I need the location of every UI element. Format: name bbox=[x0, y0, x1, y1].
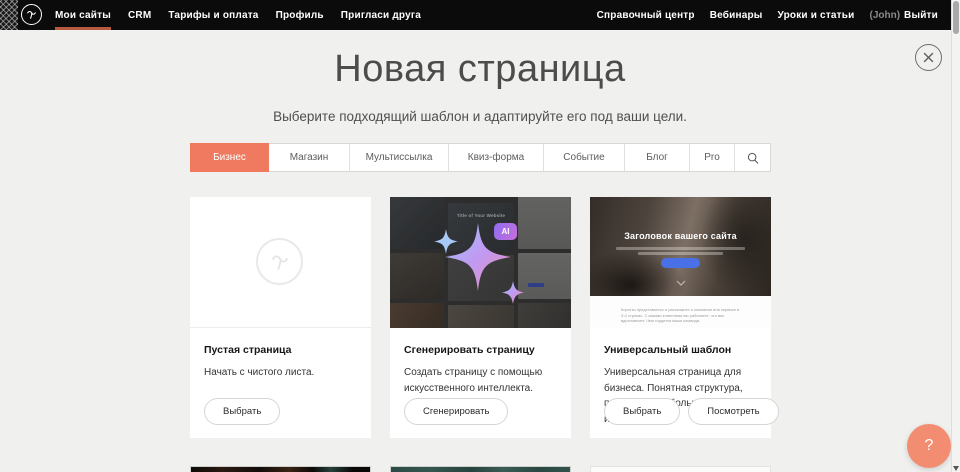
secondary-nav: Справочный центр Вебинары Уроки и статьи… bbox=[597, 0, 938, 30]
tab-event[interactable]: Событие bbox=[544, 144, 625, 171]
page-scrollbar[interactable] bbox=[951, 0, 960, 472]
card-title: Универсальный шаблон bbox=[604, 344, 757, 356]
card-description: Начать с чистого листа. bbox=[204, 365, 356, 381]
template-card-ai-generate[interactable]: Title of Your Website AI bbox=[390, 197, 571, 438]
preview-cta-button bbox=[661, 258, 700, 268]
topbar: Мои сайты CRM Тарифы и оплата Профиль Пр… bbox=[0, 0, 960, 30]
logout-link[interactable]: Выйти bbox=[904, 0, 938, 30]
view-template-button[interactable]: Посмотреть bbox=[688, 398, 778, 425]
preview-hero-title: Заголовок вашего сайта bbox=[590, 231, 771, 241]
blank-page-preview bbox=[190, 197, 371, 328]
nav-help-center[interactable]: Справочный центр bbox=[597, 0, 695, 30]
page-subtitle: Выберите подходящий шаблон и адаптируйте… bbox=[0, 109, 960, 124]
ai-sparkle-icon bbox=[424, 215, 544, 315]
user-session: (John) Выйти bbox=[869, 0, 938, 30]
user-name: (John) bbox=[869, 10, 900, 21]
preview-hero-section: Заголовок вашего сайта bbox=[590, 197, 771, 296]
card-title: Сгенерировать страницу bbox=[404, 344, 557, 356]
nav-tariffs[interactable]: Тарифы и оплата bbox=[168, 0, 258, 30]
photo-shade bbox=[590, 250, 686, 296]
nav-my-sites[interactable]: Мои сайты bbox=[55, 0, 111, 30]
card-title: Пустая страница bbox=[204, 344, 357, 356]
tab-business[interactable]: Бизнес bbox=[190, 143, 269, 172]
universal-template-preview: Заголовок вашего сайта Коротко представь… bbox=[590, 197, 771, 328]
hero-subtitle-line bbox=[616, 247, 745, 250]
help-button[interactable]: ? bbox=[907, 424, 951, 468]
card-text-area: Пустая страница Начать с чистого листа. bbox=[190, 328, 371, 381]
card-text-area: Сгенерировать страницу Создать страницу … bbox=[390, 328, 571, 396]
tab-multilink[interactable]: Мультиссылка bbox=[350, 144, 449, 171]
template-category-tabs: Бизнес Магазин Мультиссылка Квиз-форма С… bbox=[190, 143, 771, 172]
nav-lessons[interactable]: Уроки и статьи bbox=[778, 0, 855, 30]
background-pattern-strip bbox=[0, 0, 18, 30]
nav-crm[interactable]: CRM bbox=[128, 0, 151, 30]
main-nav: Мои сайты CRM Тарифы и оплата Профиль Пр… bbox=[55, 0, 421, 30]
choose-template-button[interactable]: Выбрать bbox=[604, 398, 680, 425]
chevron-down-icon bbox=[676, 280, 686, 286]
template-card-partial[interactable] bbox=[190, 466, 371, 472]
ai-badge: AI bbox=[494, 223, 517, 240]
card-description: Создать страницу с помощью искусственног… bbox=[404, 365, 556, 396]
template-card-universal[interactable]: Заголовок вашего сайта Коротко представь… bbox=[590, 197, 771, 438]
choose-blank-button[interactable]: Выбрать bbox=[204, 398, 280, 425]
scrollbar-thumb[interactable] bbox=[953, 1, 959, 34]
tilda-logo-icon bbox=[25, 8, 38, 21]
generate-button[interactable]: Сгенерировать bbox=[404, 398, 508, 425]
nav-invite-friend[interactable]: Пригласи друга bbox=[341, 0, 421, 30]
tab-shop[interactable]: Магазин bbox=[269, 144, 350, 171]
template-card-partial[interactable] bbox=[590, 466, 771, 472]
page-title: Новая страница bbox=[0, 48, 960, 91]
tilda-logo[interactable] bbox=[21, 4, 42, 25]
preview-text-section: Коротко представьтесь и расскажите о ком… bbox=[590, 296, 771, 328]
scrollbar-down-arrow[interactable] bbox=[953, 466, 959, 471]
template-card-blank-page[interactable]: Пустая страница Начать с чистого листа. … bbox=[190, 197, 371, 438]
tab-search[interactable] bbox=[735, 144, 770, 171]
tab-blog[interactable]: Блог bbox=[625, 144, 690, 171]
tab-quiz-form[interactable]: Квиз-форма bbox=[449, 144, 544, 171]
question-mark-icon: ? bbox=[925, 437, 934, 455]
ai-generate-preview: Title of Your Website AI bbox=[390, 197, 571, 328]
hero-subtitle-line bbox=[638, 252, 723, 255]
nav-webinars[interactable]: Вебинары bbox=[710, 0, 763, 30]
nav-profile[interactable]: Профиль bbox=[276, 0, 324, 30]
tab-pro[interactable]: Pro bbox=[690, 144, 735, 171]
search-icon bbox=[747, 152, 759, 164]
new-page-modal-screen: Мои сайты CRM Тарифы и оплата Профиль Пр… bbox=[0, 0, 960, 472]
template-card-partial[interactable] bbox=[390, 466, 571, 472]
tilda-watermark-icon bbox=[256, 238, 303, 285]
preview-paragraph: Коротко представьтесь и расскажите о ком… bbox=[621, 307, 741, 324]
